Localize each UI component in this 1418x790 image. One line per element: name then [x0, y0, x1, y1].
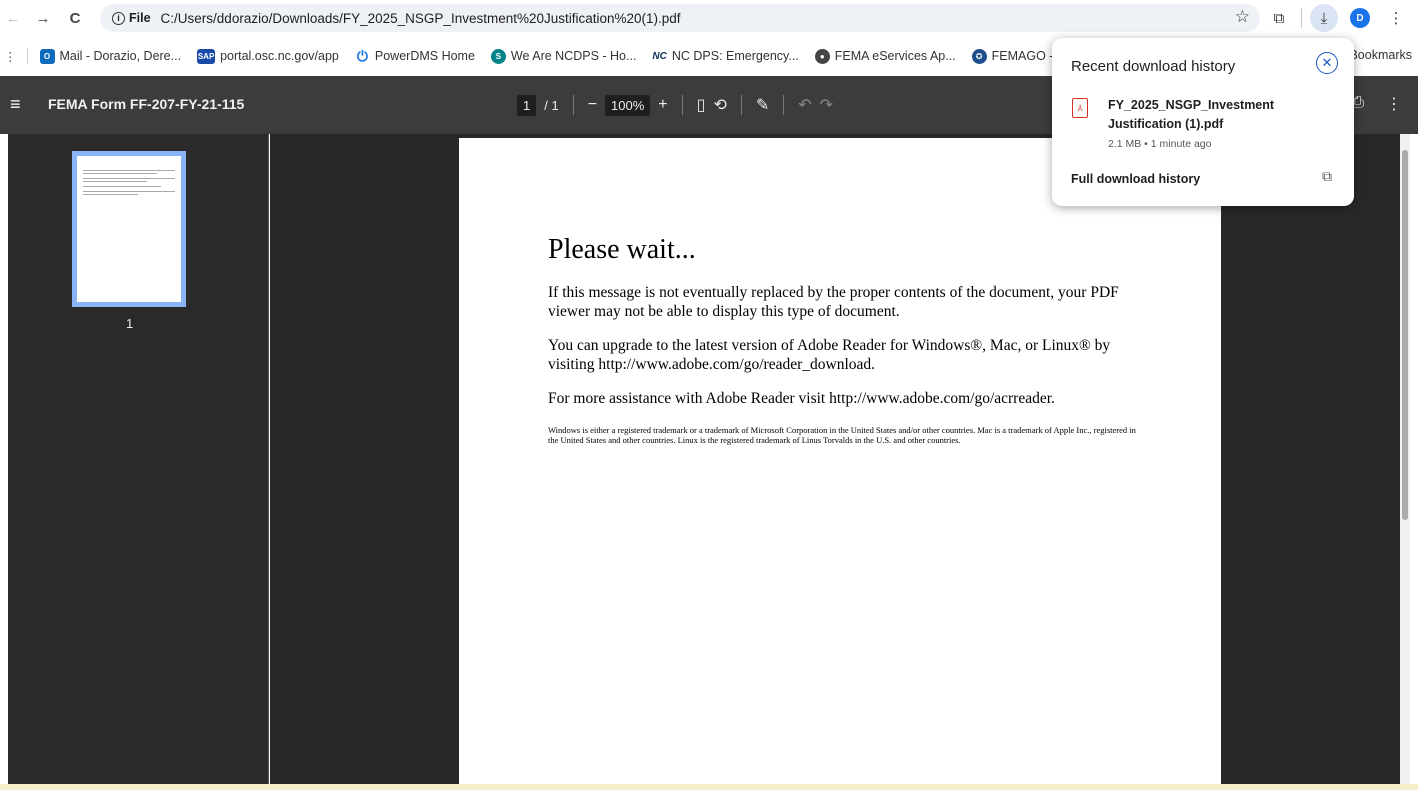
pdf-controls: 1 / 1 − 100% + ▯ ⟲ ✎ ↶ ↷: [517, 92, 833, 118]
site-info-chip[interactable]: i File: [112, 11, 151, 25]
more-menu-icon[interactable]: ⋮: [1382, 4, 1410, 32]
sharepoint-icon: S: [490, 48, 506, 64]
document-paragraph: For more assistance with Adobe Reader vi…: [548, 390, 1055, 408]
bookmark-label: portal.osc.nc.gov/app: [220, 49, 339, 63]
bookmark-star-icon[interactable]: ☆: [1235, 7, 1250, 27]
divider: [1301, 8, 1302, 28]
download-icon[interactable]: ⤓: [1310, 4, 1338, 32]
pdf-title: FEMA Form FF-207-FY-21-115: [48, 96, 245, 112]
close-icon[interactable]: ✕: [1316, 52, 1338, 74]
annotate-icon[interactable]: ✎: [756, 95, 769, 115]
document-footnote: Windows is either a registered trademark…: [548, 424, 1136, 446]
info-icon: i: [112, 11, 125, 25]
url-text[interactable]: C:/Users/ddorazio/Downloads/FY_2025_NSGP…: [161, 11, 681, 26]
divider: [740, 95, 742, 115]
open-external-icon[interactable]: ⧉: [1322, 168, 1332, 185]
bookmark-mail[interactable]: O Mail - Dorazio, Dere...: [39, 48, 182, 64]
bookmark-nc-emergency[interactable]: NC NC DPS: Emergency...: [652, 49, 798, 63]
zoom-out-icon[interactable]: −: [588, 96, 597, 114]
bookmark-label: FEMA eServices Ap...: [834, 49, 956, 63]
sap-icon: SAP: [197, 48, 216, 64]
lens-search-icon[interactable]: ⧉: [1265, 4, 1293, 32]
avatar: D: [1350, 8, 1370, 28]
omnibox[interactable]: i File C:/Users/ddorazio/Downloads/FY_20…: [100, 4, 1260, 32]
profile-button[interactable]: D: [1346, 4, 1374, 32]
fit-page-icon[interactable]: ▯: [697, 95, 706, 115]
site-info-label: File: [129, 11, 151, 25]
document-paragraph: You can upgrade to the latest version of…: [548, 337, 1111, 373]
scrollbar-thumb[interactable]: [1402, 150, 1408, 520]
document-title: Please wait...: [548, 234, 696, 265]
page-content: Please wait... If this message is not ev…: [548, 234, 1138, 445]
page-thumbnail[interactable]: [72, 151, 186, 307]
bookmark-fema-eservices[interactable]: ● FEMA eServices Ap...: [814, 48, 956, 64]
fema-seal-icon: ✪: [971, 48, 987, 64]
nc-icon: NC: [652, 50, 667, 62]
pdf-page: Please wait... If this message is not ev…: [459, 138, 1221, 790]
divider: [572, 95, 574, 115]
bookmark-portal[interactable]: SAP portal.osc.nc.gov/app: [197, 48, 339, 64]
download-history-popup: Recent download history ✕ ⅄ FY_2025_NSGP…: [1052, 38, 1354, 206]
bookmark-ncdps[interactable]: S We Are NCDPS - Ho...: [490, 48, 637, 64]
forward-icon[interactable]: →: [32, 7, 54, 29]
download-file-name[interactable]: FY_2025_NSGP_Investment Justification (1…: [1108, 96, 1338, 134]
globe-icon: ●: [814, 48, 830, 64]
page-number-input[interactable]: 1: [517, 94, 537, 116]
divider: [26, 48, 28, 64]
pdf-right-tools: ⎙ ⋮: [1351, 94, 1402, 114]
apps-icon[interactable]: ⋮: [4, 49, 17, 64]
back-icon[interactable]: ←: [2, 7, 24, 29]
document-paragraph: If this message is not eventually replac…: [548, 284, 1119, 320]
address-bar-row: ← → C i File C:/Users/ddorazio/Downloads…: [0, 0, 1418, 36]
thumbnail-sidebar: 1: [8, 134, 269, 790]
bookmark-label: Mail - Dorazio, Dere...: [59, 49, 182, 63]
menu-icon[interactable]: ≡: [10, 94, 21, 115]
power-icon: ⏻: [354, 47, 370, 64]
bookmark-powerdms[interactable]: ⏻ PowerDMS Home: [354, 47, 475, 64]
redo-icon[interactable]: ↷: [820, 95, 833, 115]
outlook-icon: O: [39, 48, 55, 64]
zoom-input[interactable]: 100%: [605, 94, 651, 116]
scrollbar[interactable]: [1400, 134, 1410, 790]
pdf-viewer: Please wait... If this message is not ev…: [270, 134, 1410, 790]
thumbnail-page-number: 1: [126, 316, 134, 331]
full-download-history-link[interactable]: Full download history: [1071, 172, 1200, 186]
reload-icon[interactable]: C: [64, 7, 86, 29]
zoom-in-icon[interactable]: +: [658, 96, 667, 114]
divider: [681, 95, 683, 115]
all-bookmarks[interactable]: Bookmarks: [1349, 48, 1412, 62]
bookmark-label: We Are NCDPS - Ho...: [510, 49, 637, 63]
popup-title: Recent download history: [1071, 58, 1236, 75]
rotate-icon[interactable]: ⟲: [713, 95, 726, 115]
pdf-more-icon[interactable]: ⋮: [1386, 94, 1402, 114]
toolbar-right: ⧉ ⤓ D ⋮: [1265, 0, 1418, 36]
status-strip: [0, 784, 1418, 790]
bookmark-label: PowerDMS Home: [374, 49, 475, 63]
bookmark-label: NC DPS: Emergency...: [671, 49, 799, 63]
divider: [783, 95, 785, 115]
download-meta: 2.1 MB • 1 minute ago: [1108, 138, 1212, 150]
pdf-file-icon: ⅄: [1072, 98, 1088, 118]
window-edge: [0, 134, 8, 790]
page-total: / 1: [544, 97, 559, 113]
undo-icon[interactable]: ↶: [798, 95, 811, 115]
